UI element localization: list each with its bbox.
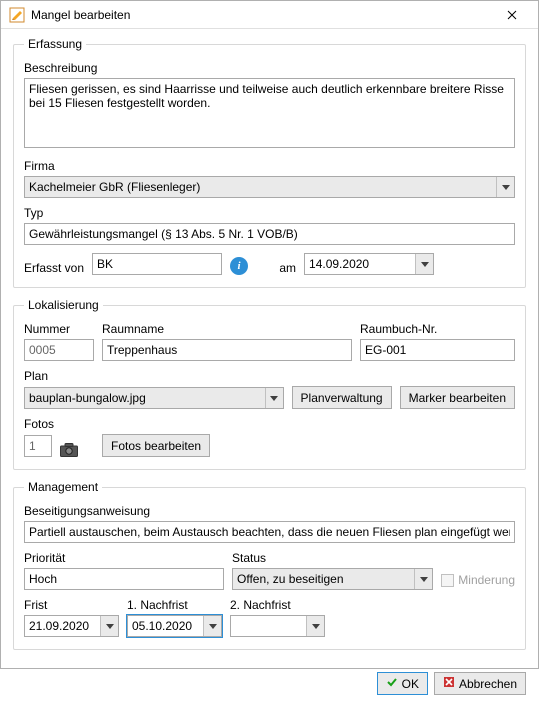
cancel-button[interactable]: Abbrechen	[434, 672, 526, 695]
nachfrist2-date[interactable]	[230, 615, 325, 637]
fotos-bearbeiten-button[interactable]: Fotos bearbeiten	[102, 434, 210, 457]
chevron-down-icon	[100, 616, 118, 636]
management-group: Management Beseitigungsanweisung Priorit…	[13, 480, 526, 650]
firma-value: Kachelmeier GbR (Fliesenleger)	[29, 180, 200, 194]
nummer-label: Nummer	[24, 322, 94, 336]
marker-bearbeiten-button[interactable]: Marker bearbeiten	[400, 386, 515, 409]
chevron-down-icon	[203, 616, 221, 636]
erfassung-legend: Erfassung	[24, 37, 86, 51]
lokalisierung-group: Lokalisierung Nummer Raumname Raumbuch-N…	[13, 298, 526, 470]
raumbuch-label: Raumbuch-Nr.	[360, 322, 515, 336]
erfassung-group: Erfassung Beschreibung Fliesen gerissen,…	[13, 37, 526, 288]
lokalisierung-legend: Lokalisierung	[24, 298, 103, 312]
beschreibung-textarea[interactable]: Fliesen gerissen, es sind Haarrisse und …	[24, 78, 515, 148]
raumname-label: Raumname	[102, 322, 352, 336]
firma-combo[interactable]: Kachelmeier GbR (Fliesenleger)	[24, 176, 515, 198]
cancel-label: Abbrechen	[459, 677, 517, 691]
nachfrist1-date[interactable]: 05.10.2020	[127, 615, 222, 637]
nachfrist1-label: 1. Nachfrist	[127, 598, 222, 612]
info-icon[interactable]: i	[230, 257, 248, 275]
prio-label: Priorität	[24, 551, 224, 565]
chevron-down-icon	[306, 616, 324, 636]
chevron-down-icon	[496, 177, 514, 197]
am-date[interactable]: 14.09.2020	[304, 253, 434, 275]
planverwaltung-button[interactable]: Planverwaltung	[292, 386, 392, 409]
nummer-input	[24, 339, 94, 361]
close-icon	[507, 10, 517, 20]
minderung-label: Minderung	[458, 573, 515, 587]
raumname-input[interactable]	[102, 339, 352, 361]
fotos-label: Fotos	[24, 417, 515, 431]
nachfrist2-label: 2. Nachfrist	[230, 598, 325, 612]
plan-value: bauplan-bungalow.jpg	[29, 391, 146, 405]
status-value: Offen, zu beseitigen	[237, 572, 344, 586]
frist-label: Frist	[24, 598, 119, 612]
frist-value: 21.09.2020	[29, 619, 89, 633]
chevron-down-icon	[415, 254, 433, 274]
status-label: Status	[232, 551, 433, 565]
raumbuch-input[interactable]	[360, 339, 515, 361]
app-icon	[9, 7, 25, 23]
beschreibung-label: Beschreibung	[24, 61, 515, 75]
typ-label: Typ	[24, 206, 515, 220]
am-label: am	[256, 261, 296, 275]
nachfrist1-value: 05.10.2020	[132, 619, 192, 633]
check-icon	[386, 676, 398, 691]
management-legend: Management	[24, 480, 102, 494]
firma-label: Firma	[24, 159, 515, 173]
status-combo[interactable]: Offen, zu beseitigen	[232, 568, 433, 590]
close-button[interactable]	[492, 2, 532, 28]
erfasst-von-input[interactable]	[92, 253, 222, 275]
erfasst-von-label: Erfasst von	[24, 261, 84, 275]
typ-input[interactable]	[24, 223, 515, 245]
plan-label: Plan	[24, 369, 515, 383]
footer: OK Abbrechen	[1, 664, 538, 705]
cancel-icon	[443, 676, 455, 691]
titlebar: Mangel bearbeiten	[1, 1, 538, 29]
frist-date[interactable]: 21.09.2020	[24, 615, 119, 637]
window-title: Mangel bearbeiten	[31, 8, 492, 22]
ok-label: OK	[402, 677, 419, 691]
anweisung-input[interactable]	[24, 521, 515, 543]
ok-button[interactable]: OK	[377, 672, 428, 695]
chevron-down-icon	[265, 388, 283, 408]
minderung-checkbox: Minderung	[441, 573, 515, 587]
checkbox-box	[441, 574, 454, 587]
chevron-down-icon	[414, 569, 432, 589]
prio-input[interactable]	[24, 568, 224, 590]
anweisung-label: Beseitigungsanweisung	[24, 504, 515, 518]
am-value: 14.09.2020	[309, 257, 369, 271]
camera-icon	[60, 443, 78, 457]
fotos-count	[24, 435, 52, 457]
plan-combo[interactable]: bauplan-bungalow.jpg	[24, 387, 284, 409]
